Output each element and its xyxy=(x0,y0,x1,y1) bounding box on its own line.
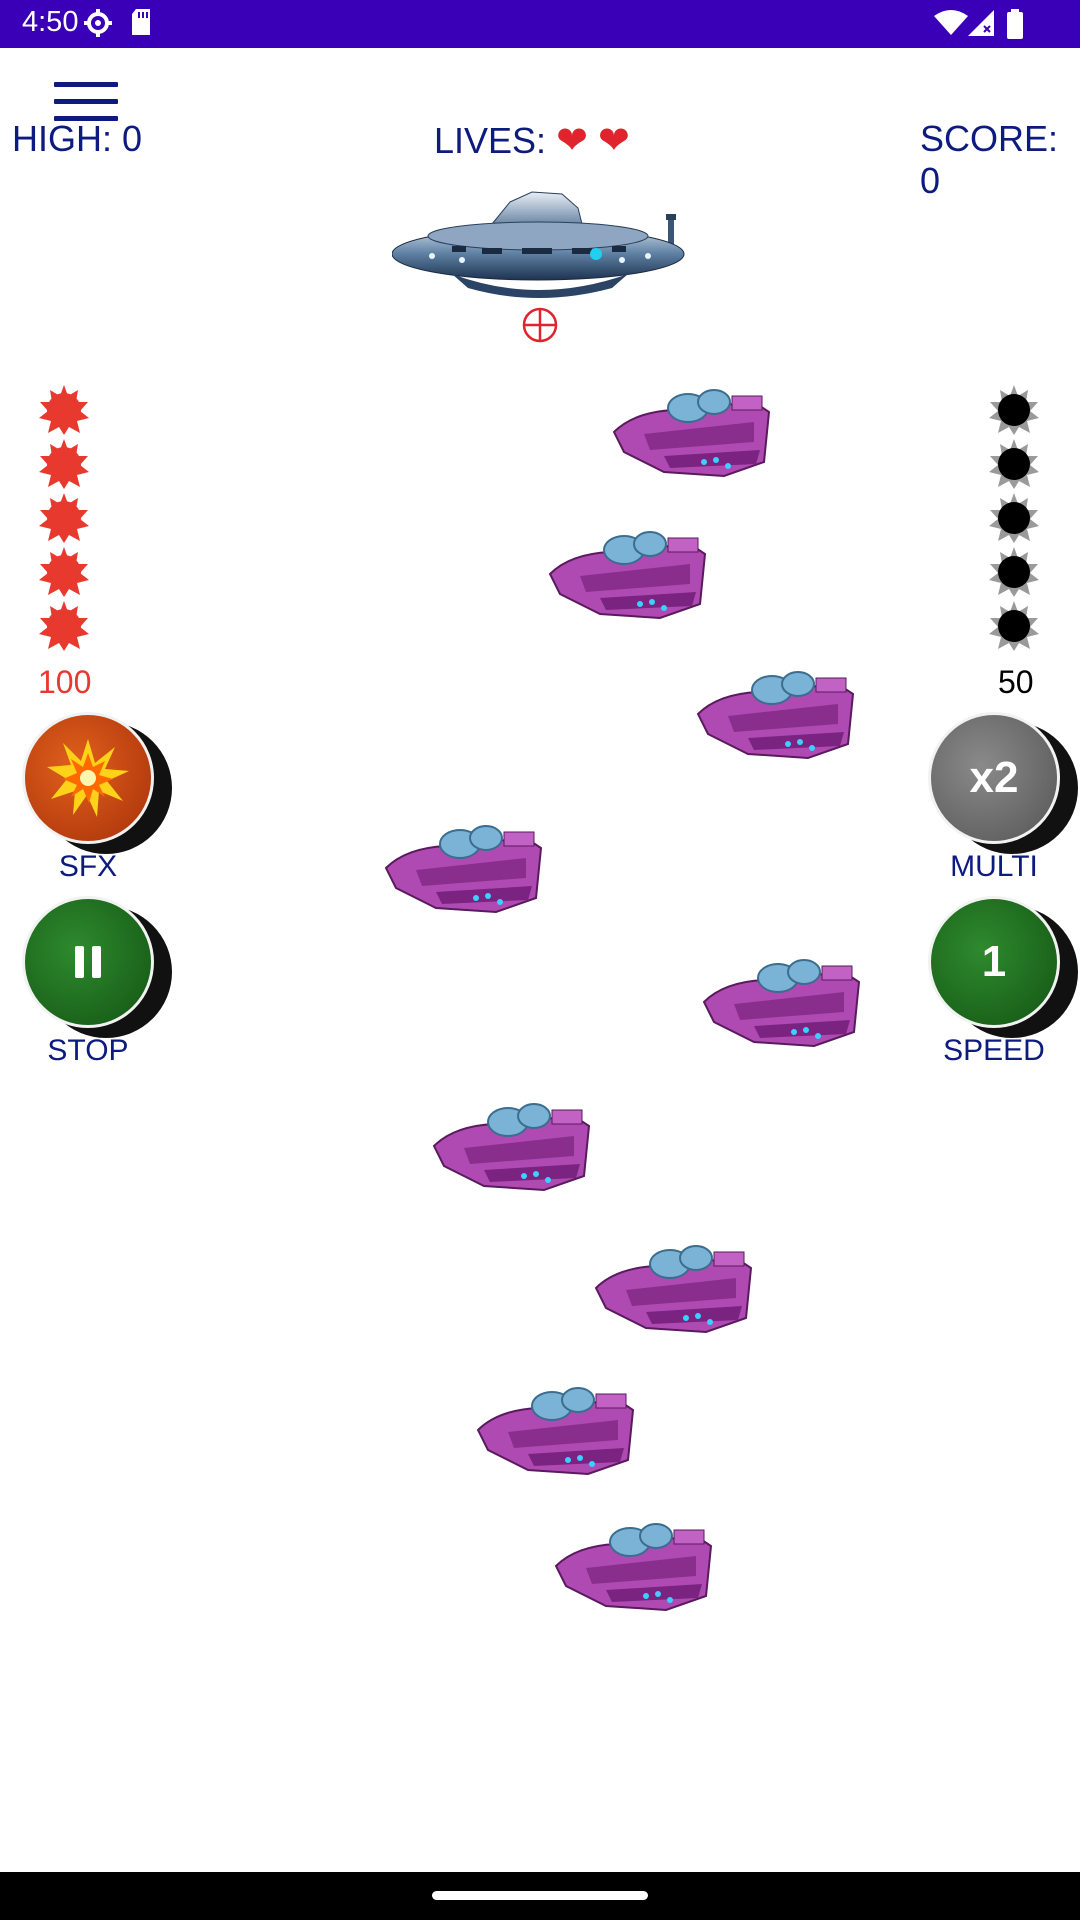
status-bar: 4:50 xyxy=(0,0,1080,48)
sfx-button[interactable] xyxy=(22,712,172,854)
enemy-ship-icon xyxy=(688,654,858,774)
spiky-ball-icon xyxy=(989,493,1039,543)
status-time: 4:50 xyxy=(22,6,79,38)
heart-icon: ❤ xyxy=(556,120,588,162)
right-meter-value: 50 xyxy=(998,664,1034,700)
spiky-ball-icon xyxy=(39,547,89,597)
stop-label: STOP xyxy=(47,1034,129,1067)
score: SCORE: 0 xyxy=(920,118,1059,201)
multi-label: MULTI xyxy=(950,850,1038,883)
enemy-ship-icon xyxy=(586,1228,756,1348)
enemy-ship-icon xyxy=(424,1086,594,1206)
enemy-ship-icon xyxy=(604,372,774,492)
high-score: HIGH: 0 xyxy=(12,118,143,159)
mothership-icon xyxy=(392,191,685,298)
lives-display: LIVES: ❤ ❤ xyxy=(434,118,630,163)
hamburger-menu-icon[interactable] xyxy=(54,82,118,122)
lives-label: LIVES: xyxy=(434,120,547,161)
speed-value: 1 xyxy=(928,896,1060,1028)
left-meter xyxy=(38,384,94,654)
pause-icon xyxy=(75,946,101,978)
enemy-ship-icon xyxy=(468,1370,638,1490)
left-meter-value: 100 xyxy=(38,664,92,700)
stop-button[interactable] xyxy=(22,896,172,1038)
spiky-ball-icon xyxy=(39,385,89,435)
enemy-ship-icon xyxy=(376,808,546,928)
heart-icon: ❤ xyxy=(597,120,630,162)
spiky-ball-icon xyxy=(989,439,1039,489)
spiky-ball-icon xyxy=(39,601,89,651)
sd-card-icon xyxy=(132,9,150,35)
spiky-ball-icon xyxy=(989,547,1039,597)
multi-value: x2 xyxy=(928,712,1060,844)
enemy-ship-icon xyxy=(694,942,864,1062)
explosion-icon xyxy=(47,739,129,817)
spiky-ball-icon xyxy=(989,601,1039,651)
speed-label: SPEED xyxy=(943,1034,1045,1067)
enemy-ship-icon xyxy=(546,1506,716,1626)
gear-icon xyxy=(84,9,112,37)
signal-icon xyxy=(968,10,994,36)
enemy-ship-icon xyxy=(540,514,710,634)
wifi-icon xyxy=(934,10,968,35)
spiky-ball-icon xyxy=(39,493,89,543)
crosshair-icon xyxy=(522,307,558,343)
home-indicator[interactable] xyxy=(432,1891,648,1900)
right-meter xyxy=(988,384,1044,654)
speed-button[interactable]: 1 xyxy=(928,896,1078,1038)
multi-button[interactable]: x2 xyxy=(928,712,1078,854)
spiky-ball-icon xyxy=(989,385,1039,435)
sfx-label: SFX xyxy=(58,850,118,883)
battery-icon xyxy=(1007,9,1023,39)
spiky-ball-icon xyxy=(39,439,89,489)
